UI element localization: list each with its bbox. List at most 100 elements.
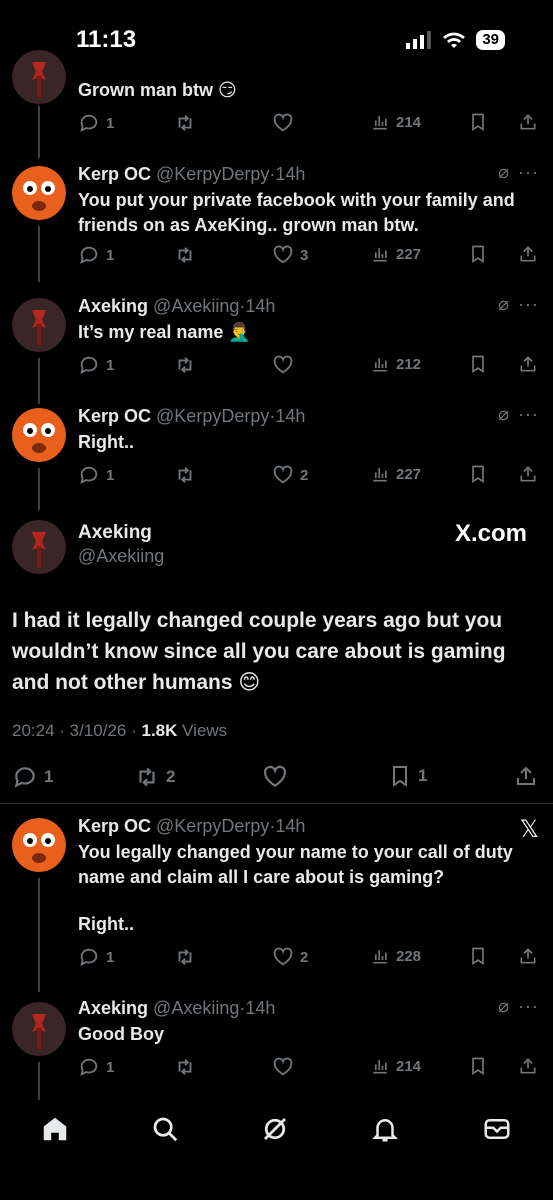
more-icon[interactable]: ··· [518, 996, 539, 1017]
bookmark-button[interactable] [468, 1056, 488, 1076]
repost-button[interactable] [174, 464, 196, 486]
post-header: Kerp OC @KerpyDerpy·14h [78, 406, 306, 426]
display-name[interactable]: Kerp OC [78, 164, 151, 184]
bookmark-button[interactable] [468, 464, 488, 484]
avatar-kerp[interactable] [12, 818, 66, 872]
views-button[interactable]: 212 [370, 354, 421, 374]
share-button[interactable] [518, 1056, 538, 1076]
like-button[interactable]: 2 [272, 464, 308, 486]
tab-search[interactable] [150, 1114, 180, 1149]
avatar-kerp[interactable] [12, 166, 66, 220]
like-button[interactable]: 2 [272, 946, 308, 968]
post-actions: 1 2 227 [78, 464, 540, 488]
avatar-axeking[interactable] [12, 520, 66, 574]
share-button[interactable] [518, 464, 538, 484]
views-count[interactable]: 1.8K [141, 721, 177, 740]
like-button[interactable]: 3 [272, 244, 308, 266]
handle[interactable]: @Axekiing [153, 998, 239, 1018]
reply-post[interactable]: Kerp OC @KerpyDerpy·14h ⌀ ··· Right.. 1 … [0, 392, 553, 510]
tab-messages[interactable] [482, 1114, 512, 1149]
display-name[interactable]: Kerp OC [78, 406, 151, 426]
repost-button[interactable] [174, 354, 196, 376]
views-button[interactable]: 214 [370, 112, 421, 132]
handle[interactable]: @KerpyDerpy [156, 406, 269, 426]
timestamp[interactable]: 14h [245, 998, 275, 1018]
notifications-icon [371, 1119, 399, 1142]
repost-icon [174, 946, 196, 968]
wifi-icon [443, 32, 466, 48]
post-text: Right.. [78, 432, 134, 452]
tab-grok[interactable] [260, 1114, 290, 1149]
reply-button[interactable]: 1 [78, 1056, 114, 1078]
reply-post[interactable]: Grown man btw 😏 1 214 [0, 50, 553, 158]
timestamp[interactable]: 14h [275, 406, 305, 426]
reply-post[interactable]: Axeking @Axekiing·14h ⌀ ··· It’s my real… [0, 282, 553, 404]
repost-button[interactable] [174, 244, 196, 266]
display-name[interactable]: Kerp OC [78, 816, 151, 836]
bookmark-button[interactable] [468, 946, 488, 966]
more-icon[interactable]: ··· [518, 294, 539, 315]
reply-button[interactable]: 1 [12, 764, 53, 790]
grok-icon[interactable]: ⌀ [498, 162, 509, 183]
reply-button[interactable]: 1 [78, 244, 114, 266]
repost-button[interactable] [174, 1056, 196, 1078]
share-button[interactable] [518, 244, 538, 264]
timestamp[interactable]: 14h [275, 164, 305, 184]
share-button[interactable] [518, 112, 538, 132]
handle[interactable]: @Axekiing [78, 546, 164, 567]
reply-button[interactable]: 1 [78, 354, 114, 376]
avatar-axeking[interactable] [12, 50, 66, 104]
bookmark-button[interactable]: 1 [388, 764, 427, 788]
post-text: Good Boy [78, 1024, 164, 1044]
post-actions: 1 2 1 [12, 764, 540, 792]
reply-button[interactable]: 1 [78, 464, 114, 486]
like-button[interactable] [272, 1056, 294, 1078]
views-icon [370, 354, 390, 374]
search-icon [153, 1117, 178, 1142]
tab-home[interactable] [40, 1114, 70, 1149]
avatar-kerp[interactable] [12, 408, 66, 462]
timestamp[interactable]: 14h [275, 816, 305, 836]
repost-button[interactable] [174, 112, 196, 134]
handle[interactable]: @Axekiing [153, 296, 239, 316]
reply-post[interactable]: Axeking @Axekiing·14h ⌀ ··· Good Boy 1 2… [0, 990, 553, 1100]
grok-icon[interactable]: ⌀ [498, 404, 509, 425]
bookmark-icon [468, 244, 488, 264]
views-button[interactable]: 227 [370, 464, 421, 484]
avatar-axeking[interactable] [12, 298, 66, 352]
display-name[interactable]: Axeking [78, 998, 148, 1018]
bookmark-button[interactable] [468, 354, 488, 374]
timestamp[interactable]: 14h [245, 296, 275, 316]
grok-icon[interactable]: ⌀ [498, 996, 509, 1017]
share-button[interactable] [518, 354, 538, 374]
share-button[interactable] [514, 764, 538, 788]
share-button[interactable] [518, 946, 538, 966]
like-button[interactable] [272, 112, 294, 134]
repost-button[interactable]: 2 [134, 764, 175, 790]
post-header: Kerp OC @KerpyDerpy·14h [78, 164, 306, 184]
display-name[interactable]: Axeking [78, 522, 152, 544]
like-icon [272, 1056, 294, 1078]
handle[interactable]: @KerpyDerpy [156, 164, 269, 184]
bookmark-button[interactable] [468, 244, 488, 264]
more-icon[interactable]: ··· [518, 404, 539, 425]
reply-post[interactable]: Kerp OC @KerpyDerpy·14h You legally chan… [0, 804, 553, 992]
like-button[interactable] [272, 354, 294, 376]
display-name[interactable]: Axeking [78, 296, 148, 316]
repost-button[interactable] [174, 946, 196, 968]
like-icon [272, 354, 294, 376]
grok-icon[interactable]: ⌀ [498, 294, 509, 315]
views-button[interactable]: 227 [370, 244, 421, 264]
reply-button[interactable]: 1 [78, 112, 114, 134]
bookmark-button[interactable] [468, 112, 488, 132]
views-button[interactable]: 228 [370, 946, 421, 966]
reply-post[interactable]: Kerp OC @KerpyDerpy·14h ⌀ ··· You put yo… [0, 150, 553, 282]
xcom-watermark: X.com [454, 520, 527, 547]
tab-notifications[interactable] [370, 1114, 400, 1149]
handle[interactable]: @KerpyDerpy [156, 816, 269, 836]
views-button[interactable]: 214 [370, 1056, 421, 1076]
more-icon[interactable]: ··· [518, 162, 539, 183]
avatar-axeking[interactable] [12, 1002, 66, 1056]
like-button[interactable] [262, 764, 288, 790]
reply-button[interactable]: 1 [78, 946, 114, 968]
